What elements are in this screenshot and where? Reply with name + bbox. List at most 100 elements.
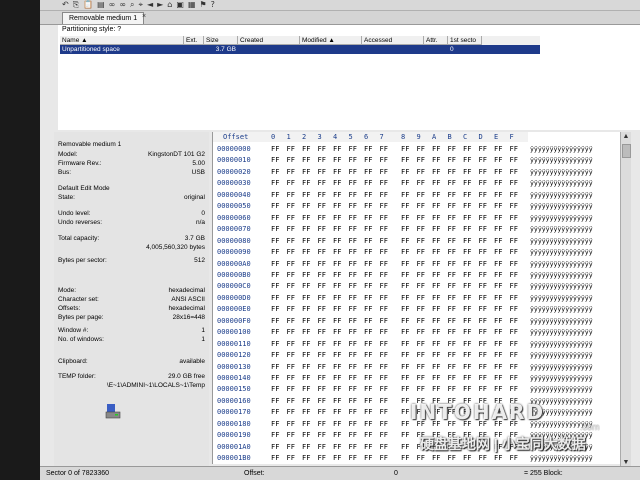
hex-byte[interactable]: FF — [287, 419, 295, 429]
hex-byte[interactable]: FF — [271, 430, 279, 440]
hex-byte[interactable]: FF — [333, 167, 341, 177]
hex-byte[interactable]: FF — [349, 178, 357, 188]
hex-byte[interactable]: FF — [364, 236, 372, 246]
hex-byte[interactable]: FF — [432, 350, 440, 360]
hex-byte[interactable]: FF — [401, 236, 409, 246]
hex-byte[interactable]: FF — [417, 236, 425, 246]
hex-byte[interactable]: FF — [494, 373, 502, 383]
hex-byte[interactable]: FF — [287, 442, 295, 452]
hex-byte[interactable]: FF — [494, 259, 502, 269]
hex-byte[interactable]: FF — [463, 281, 471, 291]
hex-byte[interactable]: FF — [333, 304, 341, 314]
hex-byte[interactable]: FF — [494, 155, 502, 165]
hex-byte[interactable]: FF — [364, 190, 372, 200]
text-row[interactable]: ÿÿÿÿÿÿÿÿÿÿÿÿÿÿÿÿ — [530, 190, 620, 200]
hex-byte[interactable]: FF — [510, 236, 518, 246]
hex-byte[interactable]: FF — [463, 362, 471, 372]
hex-byte[interactable]: FF — [287, 259, 295, 269]
hex-byte[interactable]: FF — [349, 316, 357, 326]
hex-byte[interactable]: FF — [364, 430, 372, 440]
hex-byte[interactable]: FF — [494, 247, 502, 257]
hex-byte[interactable]: FF — [364, 316, 372, 326]
hex-byte[interactable]: FF — [432, 293, 440, 303]
copy-icon[interactable]: ⎘ — [73, 0, 79, 10]
hex-byte[interactable]: FF — [463, 304, 471, 314]
hex-byte[interactable]: FF — [494, 201, 502, 211]
undo-icon[interactable]: ↶ — [62, 0, 69, 10]
hex-byte[interactable]: FF — [479, 247, 487, 257]
hex-byte[interactable]: FF — [287, 327, 295, 337]
hex-byte[interactable]: FF — [479, 213, 487, 223]
hex-byte[interactable]: FF — [271, 144, 279, 154]
hex-byte[interactable]: FF — [432, 304, 440, 314]
hex-byte[interactable]: FF — [364, 178, 372, 188]
hex-byte[interactable]: FF — [380, 442, 388, 452]
hex-byte[interactable]: FF — [479, 190, 487, 200]
hex-byte[interactable]: FF — [271, 407, 279, 417]
hex-byte[interactable]: FF — [302, 281, 310, 291]
hex-byte[interactable]: FF — [510, 155, 518, 165]
hex-byte[interactable]: FF — [380, 327, 388, 337]
hex-byte[interactable]: FF — [401, 190, 409, 200]
hex-byte[interactable]: FF — [318, 293, 326, 303]
hex-byte[interactable]: FF — [380, 293, 388, 303]
hex-byte[interactable]: FF — [318, 453, 326, 463]
hex-byte[interactable]: FF — [318, 442, 326, 452]
hex-byte[interactable]: FF — [479, 362, 487, 372]
hex-byte[interactable]: FF — [479, 373, 487, 383]
bookmark-icon[interactable]: ⚑ — [200, 0, 207, 10]
hex-byte[interactable]: FF — [364, 304, 372, 314]
help-icon[interactable]: ? — [211, 0, 215, 10]
hex-byte[interactable]: FF — [401, 453, 409, 463]
hex-byte[interactable]: FF — [364, 281, 372, 291]
hex-byte[interactable]: FF — [318, 144, 326, 154]
hex-byte[interactable]: FF — [271, 362, 279, 372]
hex-byte[interactable]: FF — [318, 430, 326, 440]
disk-icon[interactable]: ▣ — [176, 0, 184, 10]
hex-byte[interactable]: FF — [349, 270, 357, 280]
hex-byte[interactable]: FF — [302, 373, 310, 383]
hex-byte[interactable]: FF — [302, 201, 310, 211]
hex-byte[interactable]: FF — [287, 453, 295, 463]
hex-byte[interactable]: FF — [448, 373, 456, 383]
hex-byte[interactable]: FF — [401, 350, 409, 360]
hex-byte[interactable]: FF — [380, 247, 388, 257]
hex-byte[interactable]: FF — [448, 224, 456, 234]
hex-byte[interactable]: FF — [364, 442, 372, 452]
hex-byte[interactable]: FF — [364, 350, 372, 360]
column-ext[interactable]: Ext. — [184, 36, 204, 45]
hex-byte[interactable]: FF — [380, 453, 388, 463]
hex-byte[interactable]: FF — [271, 453, 279, 463]
hex-byte[interactable]: FF — [432, 178, 440, 188]
hex-byte[interactable]: FF — [302, 247, 310, 257]
hex-byte[interactable]: FF — [333, 430, 341, 440]
hex-byte[interactable]: FF — [287, 167, 295, 177]
hex-byte[interactable]: FF — [302, 167, 310, 177]
hex-byte[interactable]: FF — [401, 316, 409, 326]
hex-byte[interactable]: FF — [401, 281, 409, 291]
hex-byte[interactable]: FF — [287, 201, 295, 211]
hex-byte[interactable]: FF — [417, 339, 425, 349]
hex-byte[interactable]: FF — [380, 144, 388, 154]
hex-byte[interactable]: FF — [417, 259, 425, 269]
hex-byte[interactable]: FF — [401, 362, 409, 372]
hex-byte[interactable]: FF — [448, 144, 456, 154]
text-row[interactable]: ÿÿÿÿÿÿÿÿÿÿÿÿÿÿÿÿ — [530, 327, 620, 337]
hex-byte[interactable]: FF — [287, 144, 295, 154]
hex-byte[interactable]: FF — [333, 293, 341, 303]
hex-byte[interactable]: FF — [318, 373, 326, 383]
hex-byte[interactable]: FF — [318, 396, 326, 406]
hex-byte[interactable]: FF — [417, 350, 425, 360]
hex-byte[interactable]: FF — [302, 304, 310, 314]
hex-byte[interactable]: FF — [364, 144, 372, 154]
column-size[interactable]: Size — [204, 36, 238, 45]
hex-byte[interactable]: FF — [448, 293, 456, 303]
text-row[interactable]: ÿÿÿÿÿÿÿÿÿÿÿÿÿÿÿÿ — [530, 144, 620, 154]
hex-byte[interactable]: FF — [510, 247, 518, 257]
hex-byte[interactable]: FF — [432, 224, 440, 234]
hex-byte[interactable]: FF — [302, 407, 310, 417]
hex-byte[interactable]: FF — [302, 384, 310, 394]
find-icon[interactable]: ⌕ — [130, 0, 134, 10]
hex-byte[interactable]: FF — [364, 453, 372, 463]
hex-byte[interactable]: FF — [463, 213, 471, 223]
